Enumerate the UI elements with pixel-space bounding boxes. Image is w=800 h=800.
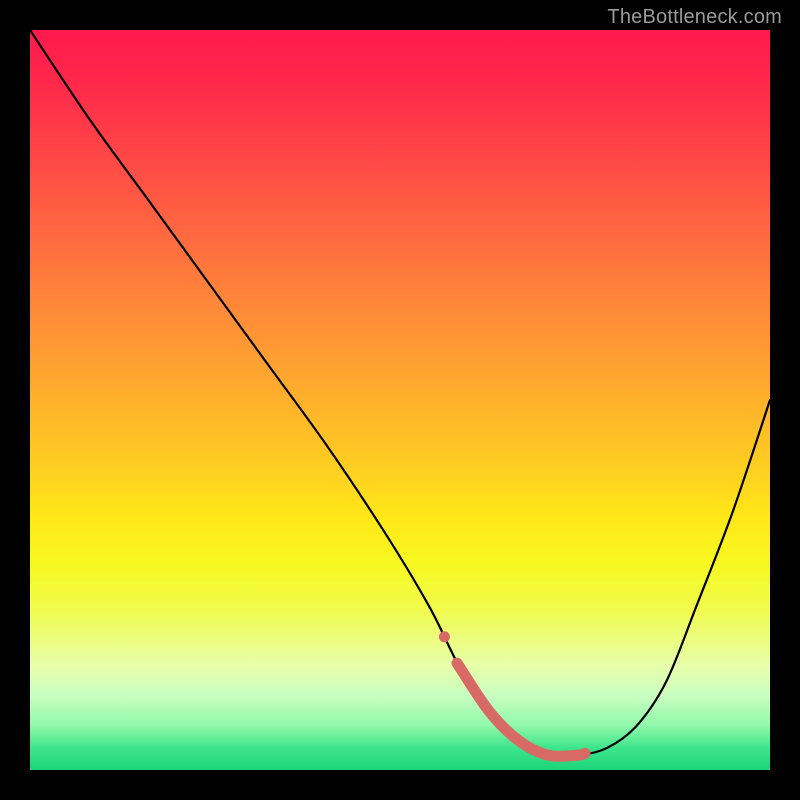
plot-area bbox=[30, 30, 770, 770]
curve-layer bbox=[30, 30, 770, 770]
highlight-dot bbox=[439, 631, 450, 642]
watermark-text: TheBottleneck.com bbox=[607, 6, 782, 29]
highlight-segment bbox=[457, 663, 585, 756]
chart-container: TheBottleneck.com bbox=[0, 0, 800, 800]
bottleneck-curve bbox=[30, 30, 770, 757]
